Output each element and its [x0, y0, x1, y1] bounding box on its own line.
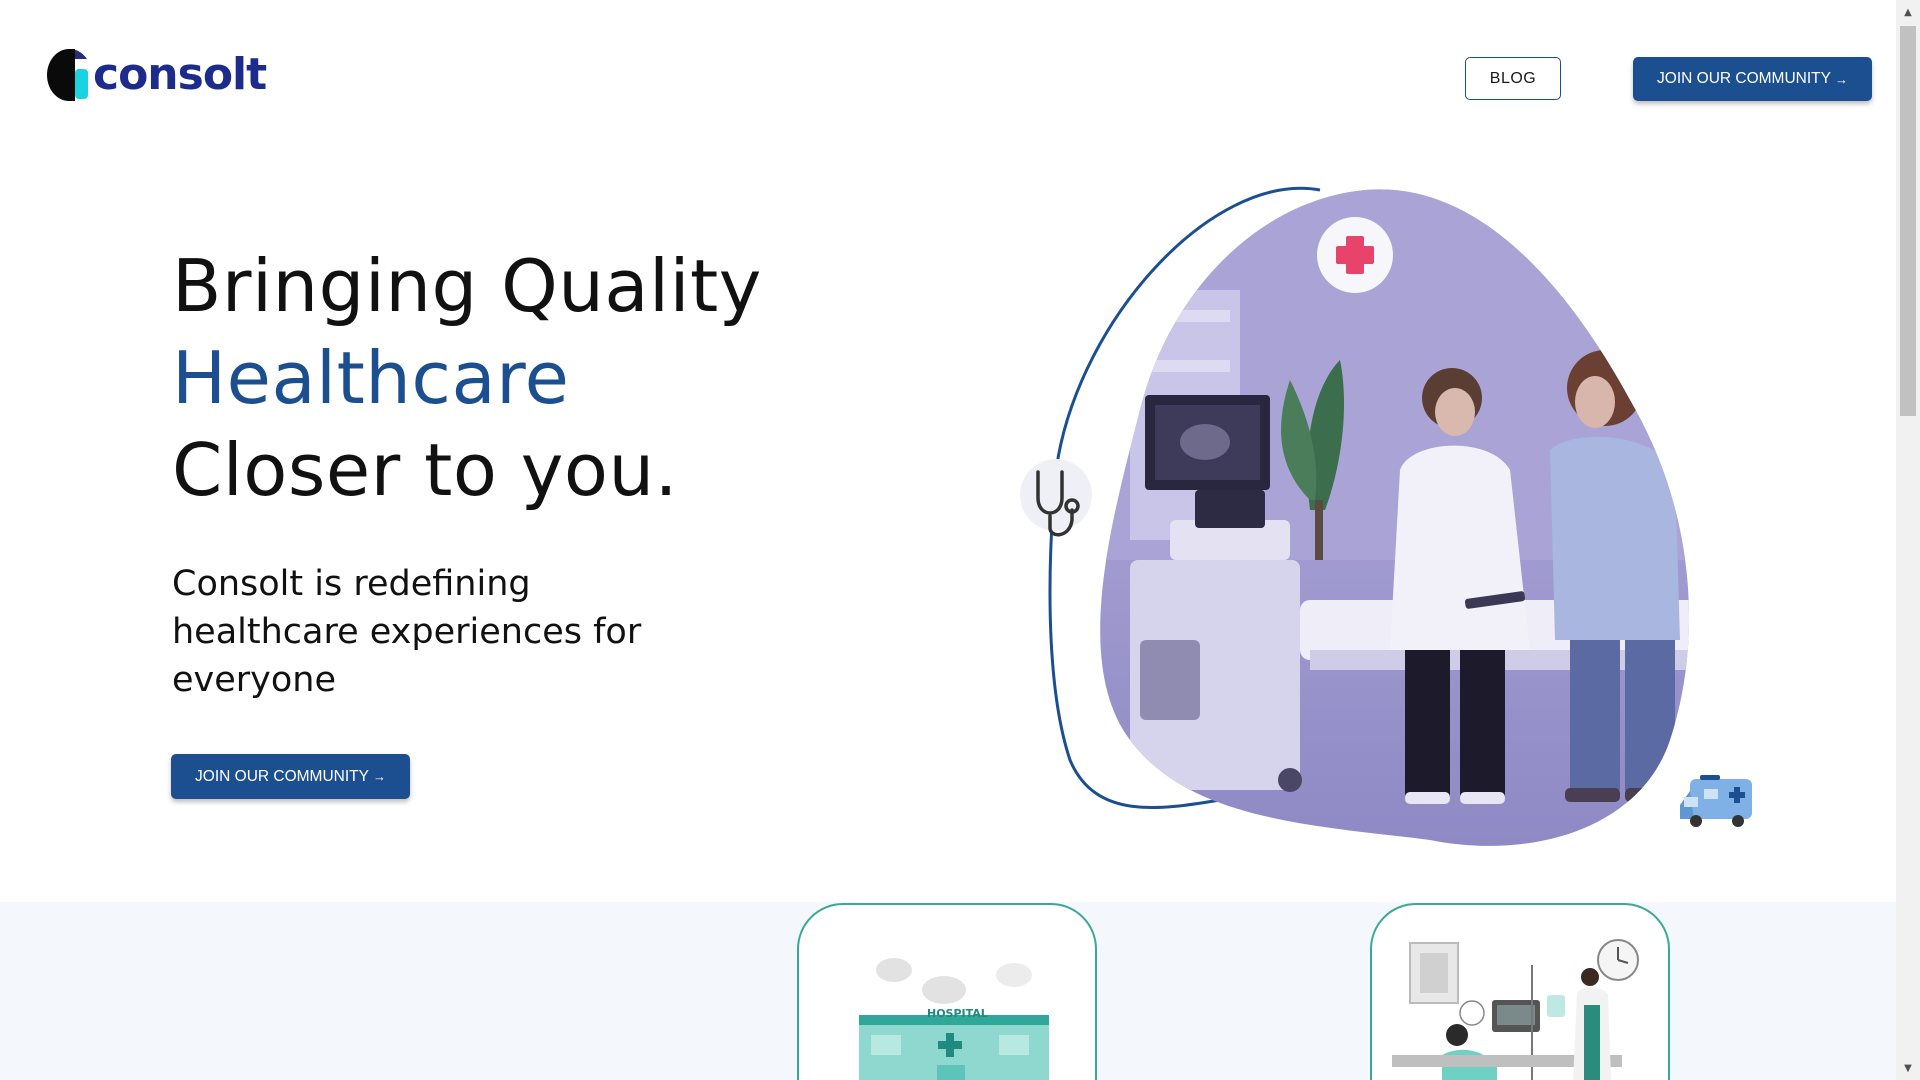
scrollbar-thumb[interactable]	[1900, 26, 1916, 416]
join-community-hero-label: JOIN OUR COMMUNITY	[195, 767, 369, 785]
chevron-down-icon[interactable]: ▼	[1896, 1058, 1920, 1078]
ambulance-icon	[1680, 775, 1752, 827]
page: consolt BLOG JOIN OUR COMMUNITY → Bringi…	[0, 0, 1920, 1080]
patient-bed-doctor-illustration	[1392, 939, 1639, 1080]
vertical-scrollbar[interactable]: ▲ ▼	[1896, 0, 1920, 1080]
feature-card-patient-care[interactable]	[1370, 903, 1670, 1080]
logo-mark-icon	[47, 48, 88, 101]
chevron-up-icon[interactable]: ▲	[1896, 2, 1920, 22]
hero-title: Bringing Quality Healthcare Closer to yo…	[172, 240, 762, 516]
hospital-building-illustration: HOSPITAL	[859, 958, 1049, 1080]
viewport: consolt BLOG JOIN OUR COMMUNITY → Bringi…	[0, 0, 1896, 1080]
join-community-hero-button[interactable]: JOIN OUR COMMUNITY →	[171, 754, 410, 799]
hero-illustration	[1020, 186, 1752, 846]
logo-text: consolt	[93, 49, 267, 100]
plus-cross-icon	[1317, 217, 1393, 293]
logo[interactable]: consolt	[47, 47, 267, 103]
arrow-right-icon: →	[372, 769, 386, 784]
clinic-photo	[1100, 189, 1690, 846]
hero-title-highlight: Healthcare	[172, 336, 570, 420]
join-community-header-label: JOIN OUR COMMUNITY	[1657, 70, 1831, 87]
hero-subtitle: Consolt is redefining healthcare experie…	[172, 564, 642, 700]
hero-title-line3: Closer to you.	[172, 428, 678, 512]
hospital-sign: HOSPITAL	[927, 1007, 988, 1020]
join-community-header-button[interactable]: JOIN OUR COMMUNITY →	[1633, 57, 1872, 101]
hero-title-line1: Bringing Quality	[172, 244, 762, 328]
blog-button-label: BLOG	[1489, 69, 1537, 87]
arrow-right-icon: →	[1834, 71, 1848, 87]
blog-button[interactable]: BLOG	[1465, 57, 1561, 100]
stethoscope-icon	[1020, 459, 1092, 537]
feature-card-hospital[interactable]: HOSPITAL	[797, 903, 1097, 1080]
